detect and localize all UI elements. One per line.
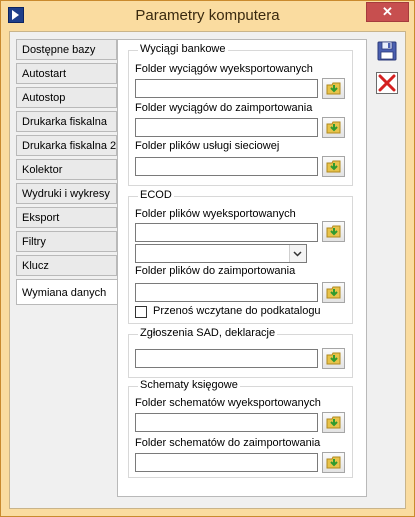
tab-label: Drukarka fiskalna (22, 116, 107, 128)
cancel-button[interactable] (376, 72, 398, 94)
bank-service-browse-button[interactable] (322, 156, 345, 177)
group-legend: Zgłoszenia SAD, deklaracje (138, 327, 278, 339)
folder-arrow-icon (326, 416, 341, 429)
group-sad: Zgłoszenia SAD, deklaracje (128, 327, 353, 378)
tab-autostop[interactable]: Autostop (16, 87, 117, 108)
tab-label: Autostart (22, 68, 67, 80)
folder-arrow-icon (326, 160, 341, 173)
bank-service-label: Folder plików usługi sieciowej (135, 140, 280, 152)
ecod-select[interactable] (135, 244, 307, 263)
tab-eksport[interactable]: Eksport (16, 207, 117, 228)
ecod-export-folder-input[interactable] (135, 223, 318, 242)
group-bank-statements: Wyciągi bankowe Folder wyciągów wyekspor… (128, 43, 353, 186)
schemes-import-folder-input[interactable] (135, 453, 318, 472)
tab-label: Wymiana danych (22, 287, 107, 299)
folder-arrow-icon (326, 225, 341, 238)
group-legend: Wyciągi bankowe (138, 43, 228, 55)
bank-import-folder-input[interactable] (135, 118, 318, 137)
tab-wydruki-i-wykresy[interactable]: Wydruki i wykresy (16, 183, 117, 204)
tab-dostepne-bazy[interactable]: Dostępne bazy (16, 39, 117, 60)
bank-import-label: Folder wyciągów do zaimportowania (135, 102, 313, 114)
titlebar[interactable]: Parametry komputera ✕ (1, 1, 414, 31)
ecod-move-checkbox-label[interactable]: Przenoś wczytane do podkatalogu (153, 305, 321, 317)
tab-label: Eksport (22, 212, 60, 224)
schemes-export-folder-input[interactable] (135, 413, 318, 432)
close-icon: ✕ (382, 4, 393, 19)
ecod-import-folder-input[interactable] (135, 283, 318, 302)
window: Parametry komputera ✕ Dostępne bazy Auto… (0, 0, 415, 517)
bank-export-folder-input[interactable] (135, 79, 318, 98)
group-ecod: ECOD Folder plików wyeksportowanych Fold… (128, 189, 353, 324)
ecod-move-checkbox[interactable] (135, 306, 147, 318)
tab-autostart[interactable]: Autostart (16, 63, 117, 84)
tab-label: Autostop (22, 92, 66, 104)
tab-klucz[interactable]: Klucz (16, 255, 117, 276)
tab-kolektor[interactable]: Kolektor (16, 159, 117, 180)
group-accounting-schemes: Schematy księgowe Folder schematów wyeks… (128, 379, 353, 478)
group-legend: ECOD (138, 189, 174, 201)
close-button[interactable]: ✕ (366, 2, 409, 22)
bank-export-browse-button[interactable] (322, 78, 345, 99)
schemes-import-label: Folder schematów do zaimportowania (135, 437, 321, 449)
bank-service-folder-input[interactable] (135, 157, 318, 176)
client-area: Dostępne bazy Autostart Autostop Drukark… (9, 31, 406, 509)
tab-filtry[interactable]: Filtry (16, 231, 117, 252)
folder-arrow-icon (326, 352, 341, 365)
tab-panel-wymiana-danych: Wyciągi bankowe Folder wyciągów wyekspor… (117, 39, 367, 497)
schemes-import-browse-button[interactable] (322, 452, 345, 473)
folder-arrow-icon (326, 121, 341, 134)
tab-wymiana-danych[interactable]: Wymiana danych (16, 279, 119, 305)
ecod-export-browse-button[interactable] (322, 221, 345, 242)
folder-arrow-icon (326, 286, 341, 299)
tab-label: Wydruki i wykresy (22, 188, 110, 200)
bank-export-label: Folder wyciągów wyeksportowanych (135, 63, 313, 75)
chevron-down-icon[interactable] (289, 245, 306, 262)
ecod-import-label: Folder plików do zaimportowania (135, 265, 296, 277)
ecod-import-browse-button[interactable] (322, 282, 345, 303)
bank-import-browse-button[interactable] (322, 117, 345, 138)
ecod-export-label: Folder plików wyeksportowanych (135, 208, 296, 220)
tab-label: Klucz (22, 260, 49, 272)
tab-label: Drukarka fiskalna 2 (22, 140, 117, 152)
schemes-export-label: Folder schematów wyeksportowanych (135, 397, 321, 409)
schemes-export-browse-button[interactable] (322, 412, 345, 433)
folder-arrow-icon (326, 456, 341, 469)
tab-drukarka-fiskalna[interactable]: Drukarka fiskalna (16, 111, 117, 132)
floppy-disk-icon (377, 41, 397, 61)
tab-label: Filtry (22, 236, 46, 248)
red-x-icon (378, 74, 396, 92)
save-button[interactable] (376, 40, 398, 62)
folder-arrow-icon (326, 82, 341, 95)
tab-drukarka-fiskalna-2[interactable]: Drukarka fiskalna 2 (16, 135, 117, 156)
tab-label: Kolektor (22, 164, 63, 176)
tab-label: Dostępne bazy (22, 44, 96, 56)
group-legend: Schematy księgowe (138, 379, 240, 391)
window-title: Parametry komputera (135, 7, 280, 24)
sad-folder-input[interactable] (135, 349, 318, 368)
sad-browse-button[interactable] (322, 348, 345, 369)
